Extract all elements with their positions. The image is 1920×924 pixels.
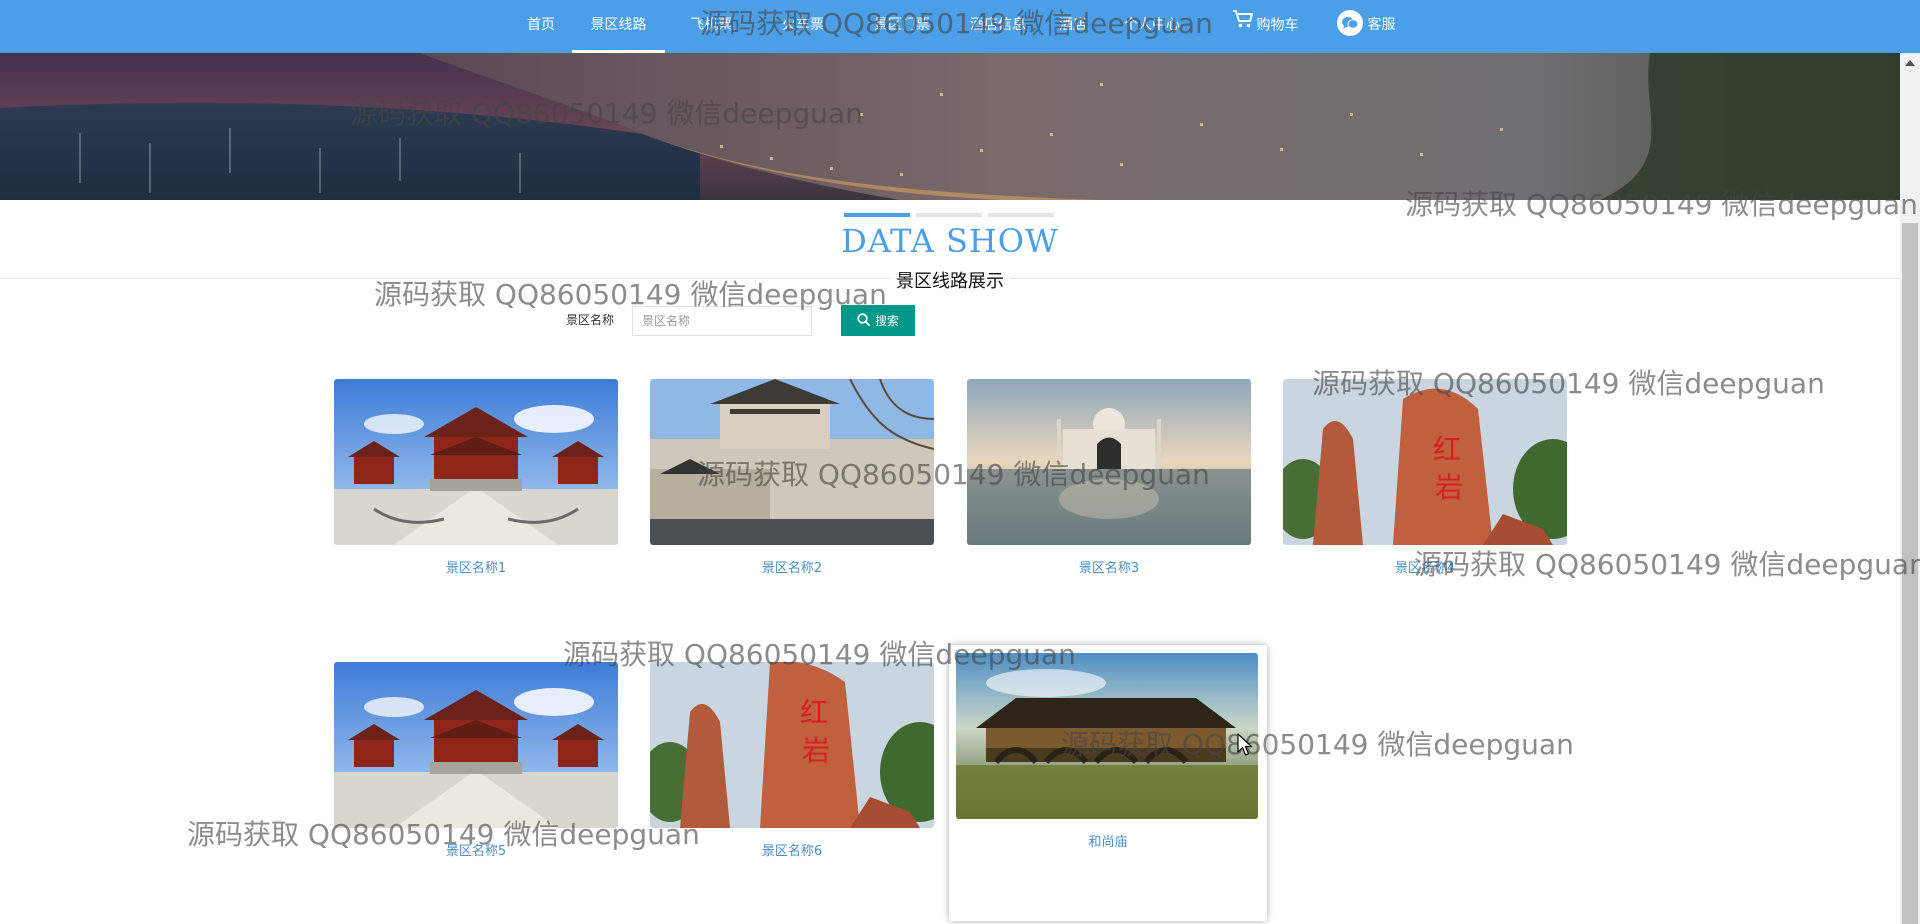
card-image[interactable] xyxy=(334,379,618,545)
divider-left xyxy=(0,278,890,279)
scenic-card[interactable]: 景区名称1 xyxy=(334,379,618,576)
section-title: DATA SHOW xyxy=(841,222,1059,260)
nav-hotel-info[interactable]: 酒店信息 xyxy=(958,0,1038,53)
divider-right xyxy=(1010,278,1900,279)
scrollbar[interactable] xyxy=(1900,53,1920,924)
nav-scenic-routes[interactable]: 景区线路 xyxy=(572,0,665,53)
cart-label: 购物车 xyxy=(1256,17,1299,34)
card-caption[interactable]: 景区名称6 xyxy=(650,840,934,859)
nav-trains[interactable]: 火车票 xyxy=(772,0,834,53)
nav-flights[interactable]: 飞机票 xyxy=(680,0,742,53)
page: 首页 景区线路 飞机票 火车票 景区门票 酒店信息 酒店 个人中心 购物车 客服… xyxy=(0,0,1920,924)
nav-home[interactable]: 首页 xyxy=(520,0,562,53)
chat-icon xyxy=(1336,10,1363,36)
card-caption[interactable]: 景区名称5 xyxy=(334,840,618,859)
search-button[interactable]: 搜索 xyxy=(841,305,915,336)
scenic-card[interactable]: 景区名称5 xyxy=(334,662,618,859)
card-image[interactable] xyxy=(334,662,618,828)
card-image[interactable]: 红 岩 xyxy=(1283,379,1567,545)
nav-customer-service[interactable]: 客服 xyxy=(1334,0,1398,53)
card-image[interactable]: 红 岩 xyxy=(650,662,934,828)
nav-profile[interactable]: 个人中心 xyxy=(1112,0,1192,53)
service-label: 客服 xyxy=(1367,17,1396,33)
scenic-card[interactable]: 景区名称3 xyxy=(967,379,1251,576)
scenic-card-hovered[interactable]: 和尚庙 xyxy=(949,645,1267,921)
card-caption[interactable]: 景区名称1 xyxy=(334,557,618,576)
nav-tickets[interactable]: 景区门票 xyxy=(862,0,942,53)
svg-text:岩: 岩 xyxy=(1435,471,1463,504)
title-decoration xyxy=(844,213,1056,217)
card-caption[interactable]: 和尚庙 xyxy=(956,831,1260,850)
scrollbar-thumb[interactable] xyxy=(1902,223,1918,924)
mouse-cursor-icon xyxy=(1237,733,1253,761)
scroll-up-arrow[interactable] xyxy=(1905,60,1915,66)
card-caption[interactable]: 景区名称3 xyxy=(967,557,1251,576)
section-subtitle: 景区线路展示 xyxy=(896,271,1004,292)
search-input[interactable] xyxy=(632,306,812,336)
svg-text:红: 红 xyxy=(1433,433,1461,466)
search-button-label: 搜索 xyxy=(874,314,899,328)
nav-hotel[interactable]: 酒店 xyxy=(1052,0,1094,53)
top-nav: 首页 景区线路 飞机票 火车票 景区门票 酒店信息 酒店 个人中心 购物车 客服 xyxy=(0,0,1920,53)
scenic-card[interactable]: 红 岩 景区名称4 xyxy=(1283,379,1567,576)
scenic-card[interactable]: 景区名称2 xyxy=(650,379,934,576)
svg-text:岩: 岩 xyxy=(802,734,830,767)
card-image[interactable] xyxy=(650,379,934,545)
search-label: 景区名称 xyxy=(566,313,615,327)
banner-image xyxy=(0,53,1900,200)
card-image[interactable] xyxy=(967,379,1251,545)
card-image[interactable] xyxy=(956,653,1258,819)
scenic-card[interactable]: 红 岩 景区名称6 xyxy=(650,662,934,859)
nav-cart[interactable]: 购物车 xyxy=(1228,0,1302,53)
search-icon xyxy=(857,312,870,329)
card-caption[interactable]: 景区名称2 xyxy=(650,557,934,576)
svg-text:红: 红 xyxy=(800,696,828,729)
cart-icon xyxy=(1232,0,1254,51)
card-caption[interactable]: 景区名称4 xyxy=(1283,557,1567,576)
